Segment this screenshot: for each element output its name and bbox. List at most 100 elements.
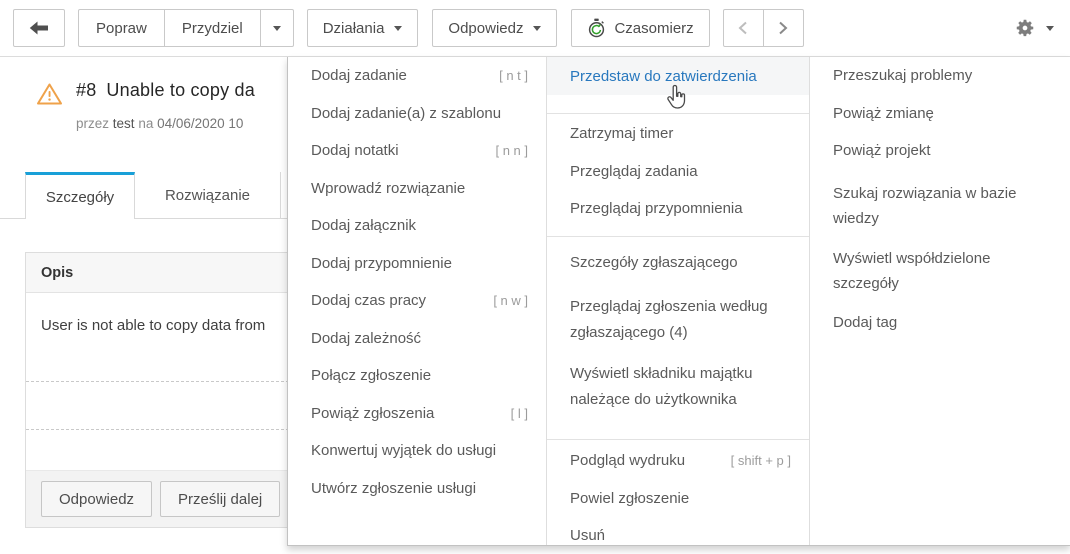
menu-column-1: Dodaj zadanie [ n t ] Dodaj zadanie(a) z … — [288, 57, 546, 545]
menu-label: Szukaj rozwiązania w bazie wiedzy — [833, 185, 1016, 228]
gear-icon — [1014, 17, 1036, 39]
przydziel-button[interactable]: Przydziel — [164, 9, 261, 47]
menu-item-zatrzymaj-timer[interactable]: Zatrzymaj timer — [547, 115, 809, 153]
menu-item-dodaj-zadania-z-szablonu[interactable]: Dodaj zadanie(a) z szablonu — [288, 95, 546, 133]
chevron-down-icon — [1046, 26, 1054, 31]
hand-pointer-cursor-icon — [665, 84, 688, 116]
menu-item-dodaj-czas-pracy[interactable]: Dodaj czas pracy [ n w ] — [288, 282, 546, 320]
menu-label: Wprowadź rozwiązanie — [311, 180, 465, 197]
menu-label: Powiel zgłoszenie — [570, 490, 689, 507]
odpowiedz-dropdown-button[interactable]: Odpowiedz — [432, 9, 557, 47]
przydziel-dropdown-button[interactable] — [260, 9, 294, 47]
menu-shortcut: [ n w ] — [493, 293, 528, 308]
menu-item-dodaj-tag[interactable]: Dodaj tag — [810, 304, 1070, 342]
forward-button[interactable]: Prześlij dalej — [160, 481, 280, 517]
tab-rozwiazanie-label: Rozwiązanie — [165, 187, 250, 204]
tab-szczegoly[interactable]: Szczegóły — [25, 172, 135, 219]
menu-label: Przeszukaj problemy — [833, 67, 972, 84]
menu-item-wprowadz-rozwiazanie[interactable]: Wprowadź rozwiązanie — [288, 170, 546, 208]
menu-label: Dodaj załącznik — [311, 217, 416, 234]
odpowiedz-label: Odpowiedz — [448, 20, 523, 37]
menu-item-utworz-zgloszenie-uslugi[interactable]: Utwórz zgłoszenie usługi — [288, 470, 546, 508]
reply-label: Odpowiedz — [59, 491, 134, 508]
back-arrow-icon — [29, 21, 49, 35]
menu-label: Przeglądaj zadania — [570, 163, 698, 180]
menu-label: Dodaj zależność — [311, 330, 421, 347]
menu-item-konwertuj-wyjatek-do-uslugi[interactable]: Konwertuj wyjątek do usługi — [288, 432, 546, 470]
menu-item-przegladaj-zadania[interactable]: Przeglądaj zadania — [547, 153, 809, 191]
czasomierz-label: Czasomierz — [614, 20, 693, 37]
byline-na: na — [138, 116, 153, 131]
dzialania-label: Działania — [323, 20, 385, 37]
menu-item-dodaj-zadanie[interactable]: Dodaj zadanie [ n t ] — [288, 57, 546, 95]
menu-item-szukaj-rozwiazania-w-bazie-wiedzy[interactable]: Szukaj rozwiązania w bazie wiedzy — [810, 176, 1070, 237]
menu-label: Przeglądaj przypomnienia — [570, 200, 743, 217]
menu-shortcut: [ n t ] — [499, 68, 528, 83]
popraw-button[interactable]: Popraw — [78, 9, 165, 47]
menu-column-2: Przedstaw do zatwierdzenia Zatrzymaj tim… — [546, 57, 809, 545]
back-button[interactable] — [13, 9, 65, 47]
menu-item-powiaz-zgloszenia[interactable]: Powiąż zgłoszenia[ l ] — [288, 395, 546, 433]
menu-label: Przeglądaj zgłoszenia według zgłaszające… — [570, 298, 768, 341]
toolbar: Popraw Przydziel Działania Odpowiedz C — [0, 0, 1070, 57]
menu-item-podglad-wydruku[interactable]: Podgląd wydruku[ shift + p ] — [547, 442, 809, 480]
menu-label: Usuń — [570, 527, 605, 544]
menu-item-przegladaj-zgloszenia-wedlug-zglaszajacego[interactable]: Przeglądaj zgłoszenia według zgłaszające… — [547, 289, 809, 350]
menu-item-szczegoly-zglaszajacego[interactable]: Szczegóły zgłaszającego — [547, 244, 809, 282]
menu-separator — [547, 236, 809, 237]
menu-item-dodaj-przypomnienie[interactable]: Dodaj przypomnienie — [288, 245, 546, 283]
ticket-id: #8 — [76, 80, 96, 100]
menu-item-polacz-zgloszenie[interactable]: Połącz zgłoszenie — [288, 357, 546, 395]
previous-record-button[interactable] — [723, 9, 764, 47]
menu-shortcut: [ shift + p ] — [731, 453, 791, 468]
menu-label: Wyświetl współdzielone szczegóły — [833, 250, 990, 293]
czasomierz-button[interactable]: Czasomierz — [571, 9, 709, 47]
menu-label: Konwertuj wyjątek do usługi — [311, 442, 496, 459]
menu-item-dodaj-zaleznosc[interactable]: Dodaj zależność — [288, 320, 546, 358]
ticket-header: #8 Unable to copy da przez test na 04/06/… — [36, 80, 255, 131]
chevron-right-icon — [778, 21, 788, 35]
menu-label: Dodaj zadanie — [311, 67, 407, 84]
menu-item-dodaj-zalacznik[interactable]: Dodaj załącznik — [288, 207, 546, 245]
ticket-byline: przez test na 04/06/2020 10 — [76, 116, 255, 131]
menu-label: Utwórz zgłoszenie usługi — [311, 480, 476, 497]
ticket-subject: Unable to copy da — [106, 80, 255, 100]
menu-label: Dodaj notatki — [311, 142, 399, 159]
menu-item-wyswietl-skladniki-majatku[interactable]: Wyświetl składniku majątku należące do u… — [547, 356, 809, 417]
popraw-label: Popraw — [96, 20, 147, 37]
dzialania-dropdown-button[interactable]: Działania — [307, 9, 419, 47]
byline-date: 04/06/2020 10 — [157, 116, 243, 131]
stopwatch-icon — [587, 18, 606, 38]
menu-shortcut: [ n n ] — [495, 143, 528, 158]
tab-rozwiazanie[interactable]: Rozwiązanie — [135, 172, 281, 218]
byline-author[interactable]: test — [113, 116, 135, 131]
menu-label: Zatrzymaj timer — [570, 125, 673, 142]
menu-item-powiaz-projekt[interactable]: Powiąż projekt — [810, 132, 1070, 170]
menu-label: Powiąż projekt — [833, 142, 931, 159]
ticket-title: #8 Unable to copy da — [76, 80, 255, 101]
menu-label: Dodaj czas pracy — [311, 292, 426, 309]
tab-szczegoly-label: Szczegóły — [46, 189, 114, 206]
menu-label: Przedstaw do zatwierdzenia — [570, 68, 757, 85]
menu-label: Dodaj przypomnienie — [311, 255, 452, 272]
chevron-left-icon — [738, 21, 748, 35]
menu-item-przeszukaj-problemy[interactable]: Przeszukaj problemy — [810, 57, 1070, 95]
menu-label: Dodaj tag — [833, 314, 897, 331]
menu-label: Dodaj zadanie(a) z szablonu — [311, 105, 501, 122]
settings-dropdown-button[interactable] — [1014, 17, 1054, 39]
menu-item-dodaj-notatki[interactable]: Dodaj notatki [ n n ] — [288, 132, 546, 170]
menu-column-3: Przeszukaj problemy Powiąż zmianę Powiąż… — [809, 57, 1070, 545]
record-nav-group — [723, 9, 804, 47]
next-record-button[interactable] — [763, 9, 804, 47]
menu-item-wyswietl-wspoldzielone-szczegoly[interactable]: Wyświetl współdzielone szczegóły — [810, 241, 1070, 302]
byline-przez: przez — [76, 116, 109, 131]
chevron-down-icon — [273, 26, 281, 31]
menu-item-powiaz-zmiane[interactable]: Powiąż zmianę — [810, 95, 1070, 133]
reply-button[interactable]: Odpowiedz — [41, 481, 152, 517]
menu-item-usun[interactable]: Usuń — [547, 517, 809, 554]
menu-item-przegladaj-przypomnienia[interactable]: Przeglądaj przypomnienia — [547, 190, 809, 228]
menu-item-powiel-zgloszenie[interactable]: Powiel zgłoszenie — [547, 480, 809, 518]
ticket-detail-page: Popraw Przydziel Działania Odpowiedz C — [0, 0, 1070, 554]
przydziel-label: Przydziel — [182, 20, 243, 37]
menu-separator — [547, 439, 809, 440]
